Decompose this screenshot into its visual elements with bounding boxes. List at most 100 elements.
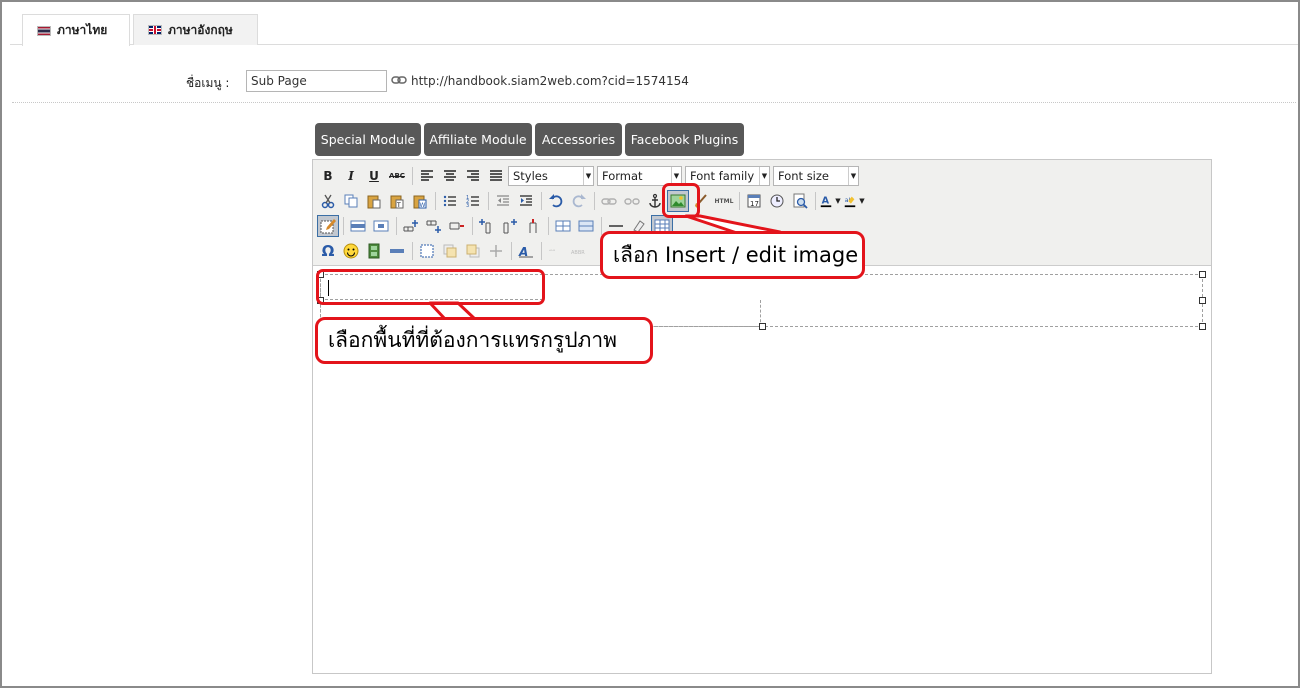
indent-icon[interactable]	[515, 190, 537, 212]
select-area-callout-text: เลือกพื้นที่ที่ต้องการแทรกรูปภาพ	[328, 328, 618, 352]
special-char-button[interactable]: Ω	[317, 240, 339, 262]
uk-flag-icon	[148, 25, 162, 35]
thai-flag-icon	[37, 25, 51, 36]
background-color-icon[interactable]: ab	[843, 190, 857, 212]
svg-text:17: 17	[750, 200, 759, 208]
redo-icon[interactable]	[568, 190, 590, 212]
separator	[412, 167, 413, 185]
align-center-icon[interactable]	[439, 165, 461, 187]
chevron-down-icon[interactable]: ▼	[834, 190, 842, 212]
page-url: http://handbook.siam2web.com?cid=1574154	[411, 74, 689, 88]
divider	[12, 102, 1296, 103]
insert-col-before-icon[interactable]	[476, 215, 498, 237]
underline-button[interactable]: U	[363, 165, 385, 187]
chevron-down-icon[interactable]: ▼	[858, 190, 866, 212]
text-color-icon[interactable]: A	[819, 190, 833, 212]
separator	[472, 217, 473, 235]
split-cells-icon[interactable]	[552, 215, 574, 237]
toolbar-row-4: Ω A ““ ABBR	[317, 239, 591, 263]
separator	[435, 192, 436, 210]
accessories-button[interactable]: Accessories	[535, 123, 622, 156]
font-size-select[interactable]: Font size ▼	[773, 166, 859, 186]
italic-button[interactable]: I	[340, 165, 362, 187]
menu-name-row: ชื่อเมนู : http://handbook.siam2web.com?…	[0, 70, 1300, 92]
strikethrough-button[interactable]: ABC	[386, 165, 408, 187]
font-family-select-label: Font family	[690, 169, 755, 183]
separator	[541, 192, 542, 210]
facebook-plugins-button[interactable]: Facebook Plugins	[625, 123, 744, 156]
emoticon-icon[interactable]	[340, 240, 362, 262]
style-props-icon[interactable]: A	[515, 240, 537, 262]
separator	[488, 192, 489, 210]
language-tabs: ภาษาไทย ภาษาอังกฤษ	[10, 14, 1298, 46]
toolbar-row-2: T W 123 HTML 17 A ▼ ab ▼	[317, 189, 867, 213]
separator	[594, 192, 595, 210]
svg-text:3: 3	[466, 203, 469, 209]
separator	[396, 217, 397, 235]
merge-cells-icon[interactable]	[575, 215, 597, 237]
chevron-down-icon: ▼	[848, 167, 858, 185]
align-justify-icon[interactable]	[485, 165, 507, 187]
insert-image-callout-text: เลือก Insert / edit image	[613, 242, 859, 267]
align-right-icon[interactable]	[462, 165, 484, 187]
copy-icon[interactable]	[340, 190, 362, 212]
styles-select[interactable]: Styles ▼	[508, 166, 594, 186]
insert-row-after-icon[interactable]	[423, 215, 445, 237]
separator	[548, 217, 549, 235]
preview-icon[interactable]	[789, 190, 811, 212]
resize-handle[interactable]	[1199, 271, 1206, 278]
special-module-button[interactable]: Special Module	[315, 123, 421, 156]
unlink-icon[interactable]	[621, 190, 643, 212]
insert-layer-icon[interactable]	[416, 240, 438, 262]
font-family-select[interactable]: Font family ▼	[685, 166, 770, 186]
numbered-list-icon[interactable]: 123	[462, 190, 484, 212]
abbreviation-icon[interactable]: ABBR	[568, 240, 590, 262]
menu-name-label: ชื่อเมนู :	[186, 76, 230, 90]
resize-handle[interactable]	[759, 323, 766, 330]
separator	[412, 242, 413, 260]
menu-name-input[interactable]	[246, 70, 387, 92]
affiliate-module-button[interactable]: Affiliate Module	[424, 123, 532, 156]
media-icon[interactable]	[363, 240, 385, 262]
paste-text-icon[interactable]: T	[386, 190, 408, 212]
bold-button[interactable]: B	[317, 165, 339, 187]
paste-icon[interactable]	[363, 190, 385, 212]
svg-text:ABBR: ABBR	[571, 250, 585, 256]
outdent-icon[interactable]	[492, 190, 514, 212]
format-select-label: Format	[602, 169, 643, 183]
delete-col-icon[interactable]	[522, 215, 544, 237]
table-cell-props-icon[interactable]	[370, 215, 392, 237]
resize-handle[interactable]	[1199, 323, 1206, 330]
link-icon[interactable]	[598, 190, 620, 212]
delete-row-icon[interactable]	[446, 215, 468, 237]
move-forward-icon[interactable]	[439, 240, 461, 262]
separator	[541, 242, 542, 260]
separator	[739, 192, 740, 210]
insert-row-before-icon[interactable]	[400, 215, 422, 237]
pagebreak-icon[interactable]	[386, 240, 408, 262]
tab-english[interactable]: ภาษาอังกฤษ	[133, 14, 258, 45]
insert-time-icon[interactable]	[766, 190, 788, 212]
citation-icon[interactable]: ““	[545, 240, 567, 262]
resize-handle[interactable]	[1199, 297, 1206, 304]
absolute-position-icon[interactable]	[485, 240, 507, 262]
html-source-button[interactable]: HTML	[713, 190, 735, 212]
align-left-icon[interactable]	[416, 165, 438, 187]
bullet-list-icon[interactable]	[439, 190, 461, 212]
paste-word-icon[interactable]: W	[409, 190, 431, 212]
cut-icon[interactable]	[317, 190, 339, 212]
link-icon	[391, 76, 407, 84]
svg-text:A: A	[822, 196, 830, 207]
tab-thai[interactable]: ภาษาไทย	[22, 14, 130, 46]
visual-aid-icon[interactable]	[317, 215, 339, 237]
insert-date-icon[interactable]: 17	[743, 190, 765, 212]
undo-icon[interactable]	[545, 190, 567, 212]
insert-col-after-icon[interactable]	[499, 215, 521, 237]
table-row-props-icon[interactable]	[347, 215, 369, 237]
tab-thai-label: ภาษาไทย	[57, 23, 108, 37]
separator	[511, 242, 512, 260]
tab-english-label: ภาษาอังกฤษ	[168, 22, 233, 37]
font-size-select-label: Font size	[778, 169, 829, 183]
move-backward-icon[interactable]	[462, 240, 484, 262]
chevron-down-icon: ▼	[583, 167, 593, 185]
